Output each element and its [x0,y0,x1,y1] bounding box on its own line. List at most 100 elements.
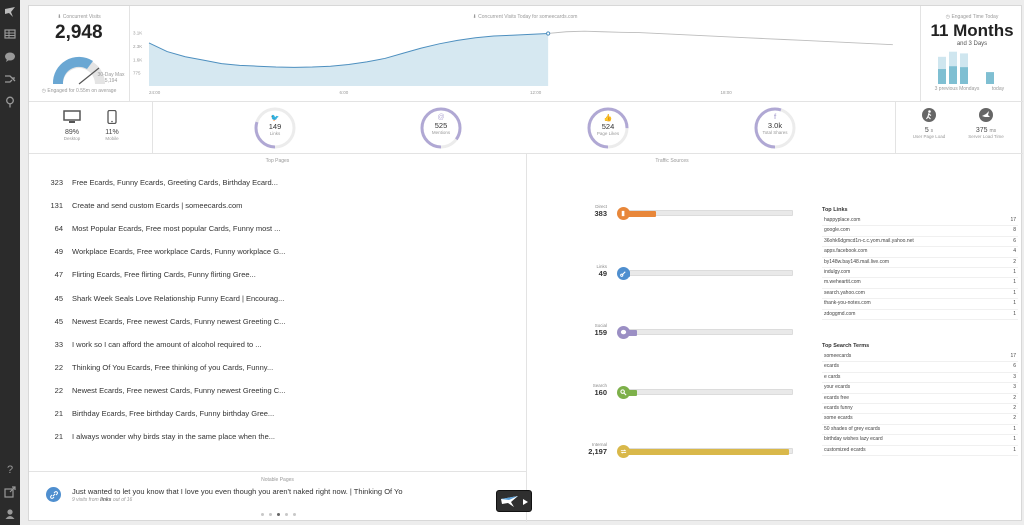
pager-dot[interactable] [277,513,280,516]
row-name: 36ohk6dgmcd1n-c.c.yom.mail.yahoo.net [824,237,914,244]
search-term-row[interactable]: some ecards 2 [822,414,1018,425]
pager-dot[interactable] [261,513,264,516]
top-page-row[interactable]: 22 Newest Ecards, Free newest Cards, Funn… [29,386,526,400]
previous-line [548,30,893,46]
chat-icon[interactable] [3,50,17,64]
download-icon: ⬇ [57,14,62,20]
top-link-row[interactable]: apps.facebook.com 4 [822,247,1018,258]
mobile-pct: 11% [105,129,119,136]
external-icon[interactable] [3,485,17,499]
server-load-label: Server Load Time [968,134,1004,139]
bird-icon [979,108,993,122]
top-link-row[interactable]: by148w.bay148.mail.live.com 2 [822,258,1018,268]
top-link-row[interactable]: 36ohk6dgmcd1n-c.c.yom.mail.yahoo.net 6 [822,237,1018,248]
page-likes-value: 524 [601,122,615,131]
x-tick-label: 24:00 [149,90,161,95]
engaged-label: Engaged Time Today [951,14,999,20]
search-term-row[interactable]: e cards 3 [822,373,1018,384]
row-name: google.com [824,227,850,234]
search-term-row[interactable]: ecards funny 2 [822,404,1018,415]
total-shares-stat[interactable]: f 3.0k Total Shares [753,106,797,150]
pin-icon[interactable] [3,95,17,109]
top-page-title: Workplace Ecards, Free workplace Cards, … [72,247,286,257]
top-link-row[interactable]: search.yahoo.com 1 [822,289,1018,300]
top-search-list: someecards 17 ecards 6 e cards 3 your ecards 3 e… [822,352,1018,456]
today-bar [986,72,994,84]
desktop-stat: 89% Desktop [57,110,87,141]
top-page-title: I work so I can afford the amount of alc… [72,339,262,349]
mentions-stat[interactable]: @ 525 Mentions [419,106,463,150]
top-page-row[interactable]: 47 Flirting Ecards, Free flirting Cards, … [29,270,526,284]
row-count: 2 [1013,394,1016,401]
row-count: 1 [1013,289,1016,296]
top-link-row[interactable]: happyplace.com 17 [822,216,1018,227]
row-name: ecards funny [824,404,853,411]
page-likes-stat[interactable]: 👍 524 Page Likes [586,106,630,150]
top-page-row[interactable]: 64 Most Popular Ecards, Free most popular… [29,224,526,238]
top-page-row[interactable]: 33 I work so I can afford the amount of a… [29,340,526,354]
search-term-row[interactable]: ecards 6 [822,362,1018,373]
search-term-row[interactable]: 50 shades of grey ecards 1 [822,425,1018,436]
row-count: 1 [1013,268,1016,275]
top-page-row[interactable]: 45 Shark Week Seals Love Relationship Fun… [29,294,526,308]
app-sidebar: ? [0,0,20,525]
help-icon[interactable]: ? [3,462,17,476]
row-name: some ecards [824,415,853,422]
walker-icon [922,108,936,122]
top-page-row[interactable]: 131 Create and send custom Ecards | somee… [29,201,526,215]
top-page-row[interactable]: 45 Newest Ecards, Free newest Cards, Funn… [29,317,526,331]
notable-title[interactable]: Just wanted to let you know that I love … [72,487,403,496]
facebook-icon: f [773,114,777,121]
top-page-title: Create and send custom Ecards | someecar… [72,201,243,211]
concurrent-visits-panel: ⬇ Concurrent Visits 2,948 30-Day Max 5,1… [29,6,129,101]
twitter-links-stat[interactable]: 🐦 149 Links [253,106,297,150]
top-page-count: 33 [54,339,63,349]
row-name: ecards free [824,394,850,401]
row-name: e cards [824,373,841,380]
search-term-row[interactable]: birthday wishes lazy ecard 1 [822,435,1018,446]
pager-dot[interactable] [293,513,296,516]
top-page-row[interactable]: 21 Birthday Ecards, Free birthday Cards, … [29,409,526,423]
chartbeat-menu-button[interactable] [496,490,532,512]
top-links-heading: Top Links [822,207,848,213]
top-link-row[interactable]: indulgy.com 1 [822,268,1018,279]
user-icon[interactable] [3,507,17,521]
search-term-row[interactable]: someecards 17 [822,352,1018,363]
top-page-title: Shark Week Seals Love Relationship Funny… [72,293,285,303]
row-name: customized ecards [824,446,866,453]
divider [29,471,526,472]
row-count: 3 [1013,373,1016,380]
today-area [149,33,549,86]
grid-icon[interactable] [3,27,17,41]
row-name: 50 shades of grey ecards [824,425,881,432]
previous-monday-bar-fill [938,69,946,84]
twitter-icon: 🐦 [270,115,280,122]
logo-icon[interactable] [3,5,17,19]
pager-dot[interactable] [269,513,272,516]
top-link-row[interactable]: thank-you-notes.com 1 [822,299,1018,310]
search-term-row[interactable]: ecards free 2 [822,394,1018,404]
share-icon[interactable] [3,72,17,86]
y-tick-label: 775 [133,71,141,76]
row-count: 1 [1013,279,1016,286]
top-link-row[interactable]: m.weheartit.com 1 [822,278,1018,289]
row-count: 1 [1013,300,1016,307]
top-page-row[interactable]: 323 Free Ecards, Funny Ecards, Greeting C… [29,178,526,192]
current-point [546,31,551,36]
row-count: 1 [1013,425,1016,432]
top-page-row[interactable]: 49 Workplace Ecards, Free workplace Cards… [29,247,526,261]
search-term-row[interactable]: customized ecards 1 [822,446,1018,456]
x-tick-label: 18:00 [721,90,733,95]
top-link-row[interactable]: zdoggmd.com 1 [822,310,1018,320]
pager-dot[interactable] [285,513,288,516]
user-page-load-value: 5 [924,127,929,134]
row-name: indulgy.com [824,268,851,275]
top-link-row[interactable]: google.com 8 [822,226,1018,237]
top-page-row[interactable]: 21 I always wonder why birds stay in the … [29,432,526,446]
search-term-row[interactable]: your ecards 3 [822,383,1018,394]
engaged-bars-chart [938,51,994,84]
top-page-title: Most Popular Ecards, Free most popular C… [72,224,281,234]
traffic-bar-track [621,329,793,335]
notable-sub-source: links [100,497,112,503]
top-page-row[interactable]: 22 Thinking Of You Ecards, Free thinking … [29,363,526,377]
